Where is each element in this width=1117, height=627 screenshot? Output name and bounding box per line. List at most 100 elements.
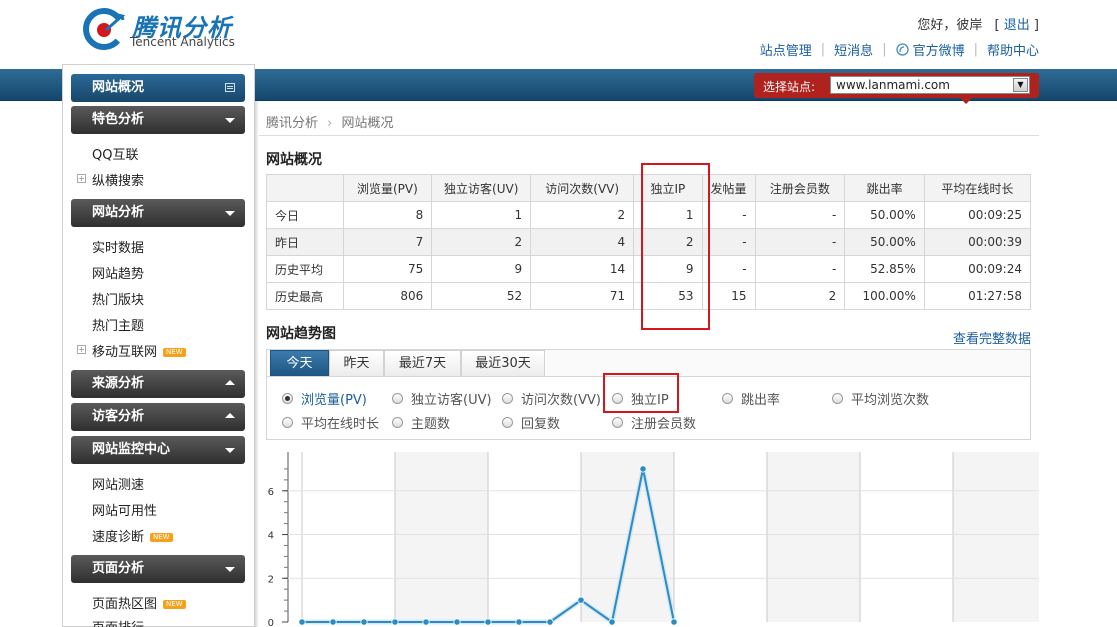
sidebar-section-overview[interactable]: 网站概况 xyxy=(71,74,245,102)
tab-today[interactable]: 今天 xyxy=(270,350,329,376)
radio-selected-icon[interactable] xyxy=(282,393,293,404)
caret-up-icon xyxy=(225,413,235,418)
column-header: 浏览量(PV) xyxy=(342,174,433,202)
metric-radio-pv[interactable]: 浏览量(PV) xyxy=(282,389,367,408)
table-cell: 4 xyxy=(530,228,635,256)
metric-radio-topics[interactable]: 主题数 xyxy=(392,413,450,432)
metric-radio-bounce-rate[interactable]: 跳出率 xyxy=(722,389,780,408)
tab-last-7-days[interactable]: 最近7天 xyxy=(384,350,461,376)
sidebar-section-title: 特色分析 xyxy=(92,112,145,127)
radio-icon[interactable] xyxy=(832,393,843,404)
radio-icon[interactable] xyxy=(392,417,403,428)
highlight-box-unique-ip-column xyxy=(641,163,710,330)
table-cell: 7 xyxy=(342,228,433,256)
metric-radio-members[interactable]: 注册会员数 xyxy=(612,413,696,432)
sidebar-item-page-ranking[interactable]: 页面排行 xyxy=(92,617,144,627)
site-select-dropdown[interactable]: www.lanmami.com ▼ xyxy=(830,76,1030,94)
table-cell: - xyxy=(754,201,846,229)
chart-data-point xyxy=(422,618,430,626)
sidebar-item-speed-diagnosis[interactable]: 速度诊断 NEW xyxy=(92,526,173,545)
sidebar-item-hot-boards[interactable]: 热门版块 xyxy=(92,289,144,308)
sidebar-item-trend[interactable]: 网站趋势 xyxy=(92,263,144,282)
new-badge: NEW xyxy=(163,600,186,609)
expand-icon[interactable]: + xyxy=(77,174,86,183)
table-cell: - xyxy=(754,255,846,283)
column-header: 独立访客(UV) xyxy=(431,174,532,202)
sidebar-item-hot-topics[interactable]: 热门主题 xyxy=(92,315,144,334)
table-cell: 00:00:39 xyxy=(923,228,1032,256)
chart-grid-band xyxy=(674,452,767,622)
new-badge: NEW xyxy=(163,348,186,357)
metric-radio-replies[interactable]: 回复数 xyxy=(502,413,560,432)
sidebar-item-mobile[interactable]: 移动互联网 NEW xyxy=(92,341,186,360)
sidebar-section-title: 网站分析 xyxy=(92,205,145,220)
column-header xyxy=(266,174,344,202)
sidebar-section-monitoring[interactable]: 网站监控中心 xyxy=(71,436,245,464)
radio-icon[interactable] xyxy=(502,417,513,428)
sidebar-item-realtime[interactable]: 实时数据 xyxy=(92,237,144,256)
site-management-link[interactable]: 站点管理 xyxy=(760,40,812,59)
radio-icon[interactable] xyxy=(502,393,513,404)
metric-radio-avg-online[interactable]: 平均在线时长 xyxy=(282,413,379,432)
sidebar-item-speed-test[interactable]: 网站测速 xyxy=(92,474,144,493)
table-cell: - xyxy=(754,228,846,256)
chart-data-point xyxy=(670,618,678,626)
view-full-data-link[interactable]: 查看完整数据 xyxy=(953,328,1031,347)
sidebar-section-visitor[interactable]: 访客分析 xyxy=(71,403,245,431)
help-center-link[interactable]: 帮助中心 xyxy=(987,40,1039,59)
metric-radio-uv[interactable]: 独立访客(UV) xyxy=(392,389,492,408)
messages-link[interactable]: 短消息 xyxy=(834,40,873,59)
weibo-link-wrap[interactable]: 官方微博 xyxy=(895,40,965,59)
tab-last-30-days[interactable]: 最近30天 xyxy=(461,350,545,376)
logout-link[interactable]: 退出 xyxy=(1004,18,1030,33)
sidebar-section-title: 网站监控中心 xyxy=(92,442,171,457)
table-cell: 100.00% xyxy=(844,282,925,310)
bracket-close: ] xyxy=(1033,18,1039,33)
table-cell: 50.00% xyxy=(844,228,925,256)
metric-label: 访问次数(VV) xyxy=(521,393,601,408)
bracket-open: [ xyxy=(994,18,1000,33)
new-badge: NEW xyxy=(150,533,173,542)
radio-icon[interactable] xyxy=(722,393,733,404)
sidebar-item-heatmap[interactable]: 页面热区图 NEW xyxy=(92,593,186,612)
tab-yesterday[interactable]: 昨天 xyxy=(329,350,384,376)
radio-icon[interactable] xyxy=(392,393,403,404)
metric-label: 平均在线时长 xyxy=(301,417,380,432)
table-cell: 历史平均 xyxy=(266,255,344,283)
weibo-icon xyxy=(895,43,909,56)
breadcrumb-divider xyxy=(259,135,1039,136)
highlight-box-unique-ip-option xyxy=(603,373,679,413)
sidebar-section-source[interactable]: 来源分析 xyxy=(71,370,245,398)
chart-data-point xyxy=(515,618,523,626)
chart-y-tick-label: 4 xyxy=(268,531,274,542)
metric-radio-avg-views[interactable]: 平均浏览次数 xyxy=(832,389,929,408)
sidebar-section-title: 页面分析 xyxy=(92,561,145,576)
metric-label: 独立访客(UV) xyxy=(411,393,492,408)
chart-data-point xyxy=(360,618,368,626)
expand-icon[interactable]: + xyxy=(77,345,86,354)
grid-icon xyxy=(225,83,235,92)
sidebar-item-search[interactable]: 纵横搜索 xyxy=(92,170,144,189)
site-selector-label: 选择站点: xyxy=(763,80,816,94)
chart-data-point xyxy=(453,618,461,626)
breadcrumb-root-link[interactable]: 腾讯分析 xyxy=(266,116,318,131)
chart-data-point xyxy=(577,596,585,604)
table-cell: 75 xyxy=(342,255,433,283)
sidebar-section-featured[interactable]: 特色分析 xyxy=(71,106,245,134)
sidebar-item-availability[interactable]: 网站可用性 xyxy=(92,500,157,519)
official-weibo-link[interactable]: 官方微博 xyxy=(913,40,965,59)
chart-grid-band xyxy=(302,452,395,622)
radio-icon[interactable] xyxy=(612,417,623,428)
table-cell: 9 xyxy=(431,255,532,283)
chevron-down-icon[interactable]: ▼ xyxy=(1013,78,1028,92)
table-cell: 历史最高 xyxy=(266,282,344,310)
chart-data-point xyxy=(608,618,616,626)
sidebar-item-qq-connect[interactable]: QQ互联 xyxy=(92,144,138,163)
radio-icon[interactable] xyxy=(282,417,293,428)
site-select-value: www.lanmami.com xyxy=(836,78,950,92)
sidebar-item-label: 速度诊断 xyxy=(92,530,145,545)
metric-radio-vv[interactable]: 访问次数(VV) xyxy=(502,389,601,408)
sidebar-section-page-analysis[interactable]: 页面分析 xyxy=(71,555,245,583)
sidebar-section-site-analysis[interactable]: 网站分析 xyxy=(71,199,245,227)
metric-label: 主题数 xyxy=(411,417,451,432)
